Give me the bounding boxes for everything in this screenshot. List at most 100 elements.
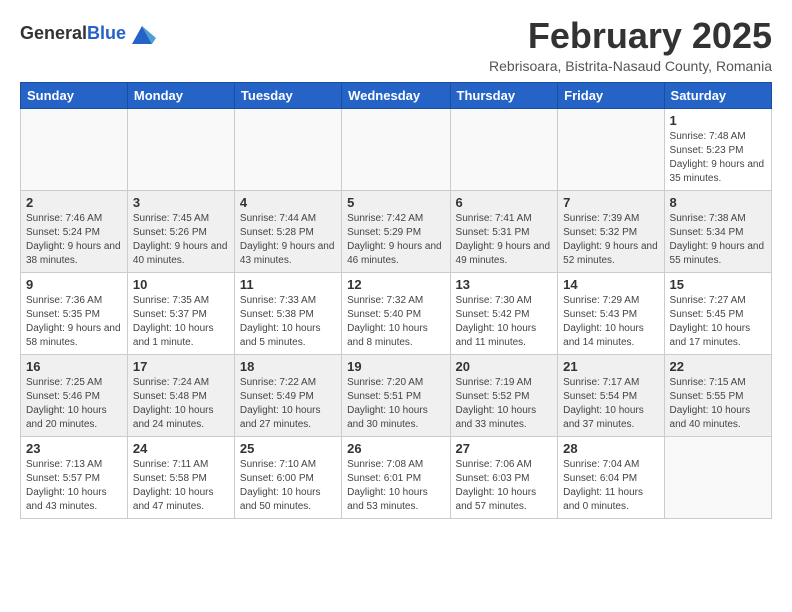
calendar-cell: 5 Sunrise: 7:42 AM Sunset: 5:29 PM Daylig… (342, 190, 450, 272)
day-number: 15 (670, 277, 766, 292)
calendar-cell (127, 108, 234, 190)
day-info: Sunrise: 7:27 AM Sunset: 5:45 PM Dayligh… (670, 294, 766, 350)
calendar-cell: 28Sunrise: 7:04 AM Sunset: 6:04 PM Dayli… (558, 436, 664, 518)
logo-icon (128, 20, 156, 48)
day-info: Sunrise: 7:36 AM Sunset: 5:35 PM Dayligh… (26, 294, 122, 350)
calendar-cell: 27 Sunrise: 7:06 AM Sunset: 6:03 PM Dayli… (450, 436, 558, 518)
calendar-cell: 2 Sunrise: 7:46 AM Sunset: 5:24 PM Daylig… (21, 190, 128, 272)
day-number: 2 (26, 195, 122, 210)
calendar-cell: 21Sunrise: 7:17 AM Sunset: 5:54 PM Dayli… (558, 354, 664, 436)
calendar-cell: 1 Sunrise: 7:48 AM Sunset: 5:23 PM Daylig… (664, 108, 771, 190)
calendar-cell (450, 108, 558, 190)
day-info: Sunrise: 7:42 AM Sunset: 5:29 PM Dayligh… (347, 212, 444, 268)
day-number: 11 (240, 277, 336, 292)
day-info: Sunrise: 7:48 AM Sunset: 5:23 PM Dayligh… (670, 130, 766, 186)
calendar-cell: 12 Sunrise: 7:32 AM Sunset: 5:40 PM Dayli… (342, 272, 450, 354)
day-number: 17 (133, 359, 229, 374)
day-number: 5 (347, 195, 444, 210)
title-area: February 2025 Rebrisoara, Bistrita-Nasau… (489, 16, 772, 74)
day-number: 1 (670, 113, 766, 128)
calendar-cell: 25Sunrise: 7:10 AM Sunset: 6:00 PM Dayli… (234, 436, 341, 518)
day-info: Sunrise: 7:19 AM Sunset: 5:52 PM Dayligh… (456, 376, 553, 432)
day-info: Sunrise: 7:38 AM Sunset: 5:34 PM Dayligh… (670, 212, 766, 268)
location-subtitle: Rebrisoara, Bistrita-Nasaud County, Roma… (489, 58, 772, 74)
day-number: 23 (26, 441, 122, 456)
calendar-week-row: 1 Sunrise: 7:48 AM Sunset: 5:23 PM Daylig… (21, 108, 772, 190)
calendar-cell: 20 Sunrise: 7:19 AM Sunset: 5:52 PM Dayli… (450, 354, 558, 436)
day-info: Sunrise: 7:06 AM Sunset: 6:03 PM Dayligh… (456, 458, 553, 514)
calendar-cell: 3Sunrise: 7:45 AM Sunset: 5:26 PM Daylig… (127, 190, 234, 272)
day-info: Sunrise: 7:41 AM Sunset: 5:31 PM Dayligh… (456, 212, 553, 268)
calendar-week-row: 23Sunrise: 7:13 AM Sunset: 5:57 PM Dayli… (21, 436, 772, 518)
day-info: Sunrise: 7:17 AM Sunset: 5:54 PM Dayligh… (563, 376, 658, 432)
calendar-cell (558, 108, 664, 190)
header-friday: Friday (558, 82, 664, 108)
calendar-cell: 10Sunrise: 7:35 AM Sunset: 5:37 PM Dayli… (127, 272, 234, 354)
calendar-cell: 13 Sunrise: 7:30 AM Sunset: 5:42 PM Dayli… (450, 272, 558, 354)
day-number: 14 (563, 277, 658, 292)
calendar-cell: 9 Sunrise: 7:36 AM Sunset: 5:35 PM Daylig… (21, 272, 128, 354)
day-number: 26 (347, 441, 444, 456)
day-info: Sunrise: 7:30 AM Sunset: 5:42 PM Dayligh… (456, 294, 553, 350)
calendar-cell: 14 Sunrise: 7:29 AM Sunset: 5:43 PM Dayli… (558, 272, 664, 354)
calendar-cell: 19Sunrise: 7:20 AM Sunset: 5:51 PM Dayli… (342, 354, 450, 436)
day-info: Sunrise: 7:35 AM Sunset: 5:37 PM Dayligh… (133, 294, 229, 350)
calendar-cell (234, 108, 341, 190)
calendar-cell: 4 Sunrise: 7:44 AM Sunset: 5:28 PM Daylig… (234, 190, 341, 272)
day-number: 9 (26, 277, 122, 292)
day-number: 22 (670, 359, 766, 374)
day-number: 4 (240, 195, 336, 210)
header-tuesday: Tuesday (234, 82, 341, 108)
day-info: Sunrise: 7:11 AM Sunset: 5:58 PM Dayligh… (133, 458, 229, 514)
calendar-cell: 18Sunrise: 7:22 AM Sunset: 5:49 PM Dayli… (234, 354, 341, 436)
day-number: 8 (670, 195, 766, 210)
page-header: GeneralBlue February 2025 Rebrisoara, Bi… (20, 16, 772, 74)
calendar-cell: 24 Sunrise: 7:11 AM Sunset: 5:58 PM Dayli… (127, 436, 234, 518)
calendar-week-row: 2 Sunrise: 7:46 AM Sunset: 5:24 PM Daylig… (21, 190, 772, 272)
calendar-week-row: 16 Sunrise: 7:25 AM Sunset: 5:46 PM Dayli… (21, 354, 772, 436)
calendar-cell: 8 Sunrise: 7:38 AM Sunset: 5:34 PM Daylig… (664, 190, 771, 272)
day-info: Sunrise: 7:44 AM Sunset: 5:28 PM Dayligh… (240, 212, 336, 268)
calendar-cell: 6 Sunrise: 7:41 AM Sunset: 5:31 PM Daylig… (450, 190, 558, 272)
header-wednesday: Wednesday (342, 82, 450, 108)
calendar-cell: 11 Sunrise: 7:33 AM Sunset: 5:38 PM Dayli… (234, 272, 341, 354)
day-number: 12 (347, 277, 444, 292)
calendar-week-row: 9 Sunrise: 7:36 AM Sunset: 5:35 PM Daylig… (21, 272, 772, 354)
day-info: Sunrise: 7:24 AM Sunset: 5:48 PM Dayligh… (133, 376, 229, 432)
day-number: 7 (563, 195, 658, 210)
calendar-cell (21, 108, 128, 190)
day-info: Sunrise: 7:25 AM Sunset: 5:46 PM Dayligh… (26, 376, 122, 432)
calendar-cell: 26 Sunrise: 7:08 AM Sunset: 6:01 PM Dayli… (342, 436, 450, 518)
day-info: Sunrise: 7:08 AM Sunset: 6:01 PM Dayligh… (347, 458, 444, 514)
calendar-cell: 7 Sunrise: 7:39 AM Sunset: 5:32 PM Daylig… (558, 190, 664, 272)
header-saturday: Saturday (664, 82, 771, 108)
header-sunday: Sunday (21, 82, 128, 108)
day-number: 25 (240, 441, 336, 456)
day-number: 3 (133, 195, 229, 210)
day-number: 20 (456, 359, 553, 374)
calendar-cell: 15 Sunrise: 7:27 AM Sunset: 5:45 PM Dayli… (664, 272, 771, 354)
day-info: Sunrise: 7:33 AM Sunset: 5:38 PM Dayligh… (240, 294, 336, 350)
logo-general-text: General (20, 23, 87, 43)
day-info: Sunrise: 7:15 AM Sunset: 5:55 PM Dayligh… (670, 376, 766, 432)
day-number: 6 (456, 195, 553, 210)
header-monday: Monday (127, 82, 234, 108)
day-number: 13 (456, 277, 553, 292)
day-info: Sunrise: 7:46 AM Sunset: 5:24 PM Dayligh… (26, 212, 122, 268)
logo-blue-text: Blue (87, 23, 126, 43)
month-title: February 2025 (489, 16, 772, 56)
day-number: 16 (26, 359, 122, 374)
header-thursday: Thursday (450, 82, 558, 108)
calendar-cell (342, 108, 450, 190)
day-info: Sunrise: 7:32 AM Sunset: 5:40 PM Dayligh… (347, 294, 444, 350)
day-number: 24 (133, 441, 229, 456)
calendar-cell: 16 Sunrise: 7:25 AM Sunset: 5:46 PM Dayli… (21, 354, 128, 436)
day-info: Sunrise: 7:29 AM Sunset: 5:43 PM Dayligh… (563, 294, 658, 350)
calendar-cell: 22 Sunrise: 7:15 AM Sunset: 5:55 PM Dayli… (664, 354, 771, 436)
day-number: 27 (456, 441, 553, 456)
day-info: Sunrise: 7:20 AM Sunset: 5:51 PM Dayligh… (347, 376, 444, 432)
calendar-table: SundayMondayTuesdayWednesdayThursdayFrid… (20, 82, 772, 519)
logo: GeneralBlue (20, 20, 156, 48)
day-info: Sunrise: 7:39 AM Sunset: 5:32 PM Dayligh… (563, 212, 658, 268)
calendar-cell (664, 436, 771, 518)
